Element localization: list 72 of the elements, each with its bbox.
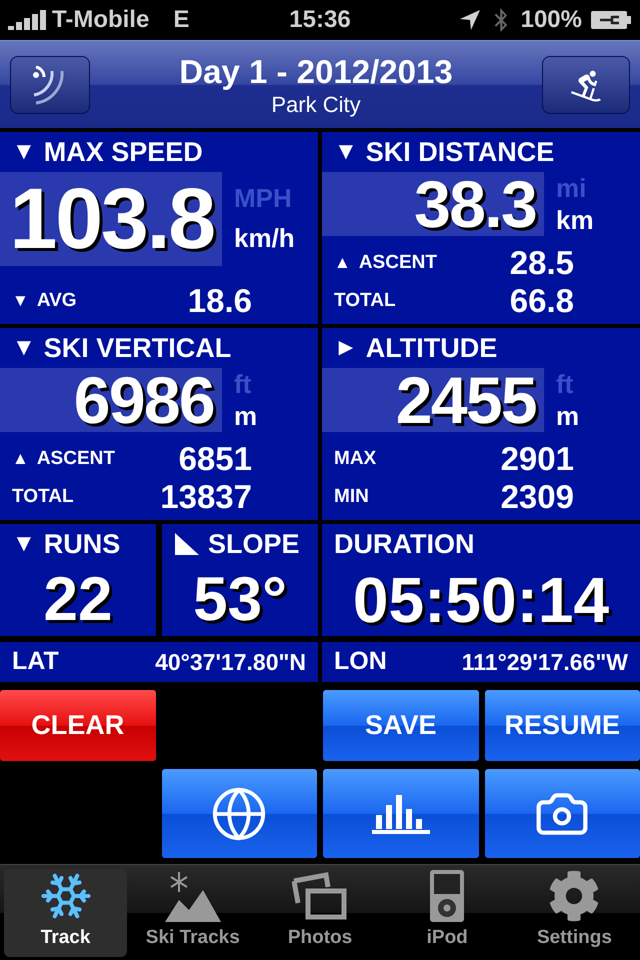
unit-option[interactable]: km/h <box>234 220 295 256</box>
stat-label: TOTAL <box>334 288 396 313</box>
panel-marker[interactable]: ▼ <box>12 526 36 562</box>
panel-title: ALTITUDE <box>366 332 498 365</box>
battery-icon <box>590 10 632 30</box>
tab[interactable]: iPod <box>386 868 509 956</box>
panel-marker[interactable]: ► <box>334 330 358 366</box>
value-display: 6986 <box>0 368 222 432</box>
skier-button[interactable] <box>542 56 630 114</box>
panel-value: 05:50:14 <box>352 568 610 632</box>
stat-value: 66.8 <box>508 281 574 322</box>
battery-percent: 100% <box>520 5 582 35</box>
signal-button[interactable] <box>10 56 90 114</box>
slope-icon <box>174 532 200 556</box>
action-button[interactable]: RESUME <box>484 690 640 762</box>
signal-icon <box>8 10 48 30</box>
panel-value: 22 <box>44 569 112 631</box>
panel-title: RUNS <box>44 528 120 561</box>
stat-label: ASCENT <box>358 250 437 275</box>
tab[interactable]: Track <box>4 868 128 956</box>
panel-value: 53° <box>193 569 287 631</box>
bar-chart-icon <box>372 792 430 835</box>
panel-title: DURATION <box>334 528 474 561</box>
coordinate-label: LAT <box>12 646 59 678</box>
action-button[interactable]: CLEAR <box>0 690 156 762</box>
action-button[interactable]: SAVE <box>323 690 478 762</box>
stat-marker: ▲ <box>334 252 351 274</box>
nav-subtitle: Park City <box>271 92 361 118</box>
value-display: 2455 <box>322 368 544 432</box>
panel-marker[interactable]: ▼ <box>334 134 358 170</box>
stat-marker: ▼ <box>12 290 29 312</box>
stat-marker: ▲ <box>12 448 29 470</box>
stat-label: TOTAL <box>12 484 74 509</box>
stat-value: 13837 <box>159 477 252 518</box>
location-icon <box>458 9 481 31</box>
clock-time: 15:36 <box>289 5 351 35</box>
stat-value: 28.5 <box>508 243 574 284</box>
panel-title: SLOPE <box>208 528 300 561</box>
snowy-mountain-icon <box>164 870 221 922</box>
panel-marker[interactable]: ▼ <box>12 134 36 170</box>
panel-title: MAX SPEED <box>44 136 203 169</box>
panel-title: SKI DISTANCE <box>366 136 554 169</box>
stat-label: ASCENT <box>36 446 115 471</box>
map-button[interactable] <box>162 769 317 858</box>
coordinate-value: 40°37'17.80"N <box>155 648 306 677</box>
stat-value: 2309 <box>500 477 574 518</box>
coordinate-value: 111°29'17.66"W <box>462 648 628 677</box>
tab[interactable]: Photos <box>258 868 382 956</box>
unit-option[interactable]: m <box>234 400 258 432</box>
stat-label: MIN <box>334 484 369 509</box>
tab[interactable]: Settings <box>512 868 636 956</box>
tab[interactable]: Ski Tracks <box>131 868 254 956</box>
stat-value: 6851 <box>178 439 252 480</box>
panel-marker[interactable]: ▼ <box>12 330 36 366</box>
panel-title: SKI VERTICAL <box>44 332 232 365</box>
unit-option[interactable]: m <box>556 400 580 432</box>
stat-label: MAX <box>334 446 376 471</box>
chart-button[interactable] <box>323 769 478 858</box>
unit-option[interactable]: km <box>556 204 594 236</box>
network-type: E <box>173 5 190 35</box>
carrier-name: T-Mobile <box>52 5 150 35</box>
stat-label: AVG <box>36 288 77 313</box>
music-player-icon <box>429 869 466 924</box>
camera-button[interactable] <box>484 769 640 858</box>
nav-title: Day 1 - 2012/2013 <box>179 52 453 92</box>
value-display: 38.3 <box>322 172 544 236</box>
photos-icon <box>292 871 348 922</box>
value-display: 103.8 <box>0 172 222 266</box>
settings-icon <box>548 870 600 922</box>
coordinate-label: LON <box>334 646 387 678</box>
stat-value: 18.6 <box>186 281 252 322</box>
stat-value: 2901 <box>500 439 574 480</box>
